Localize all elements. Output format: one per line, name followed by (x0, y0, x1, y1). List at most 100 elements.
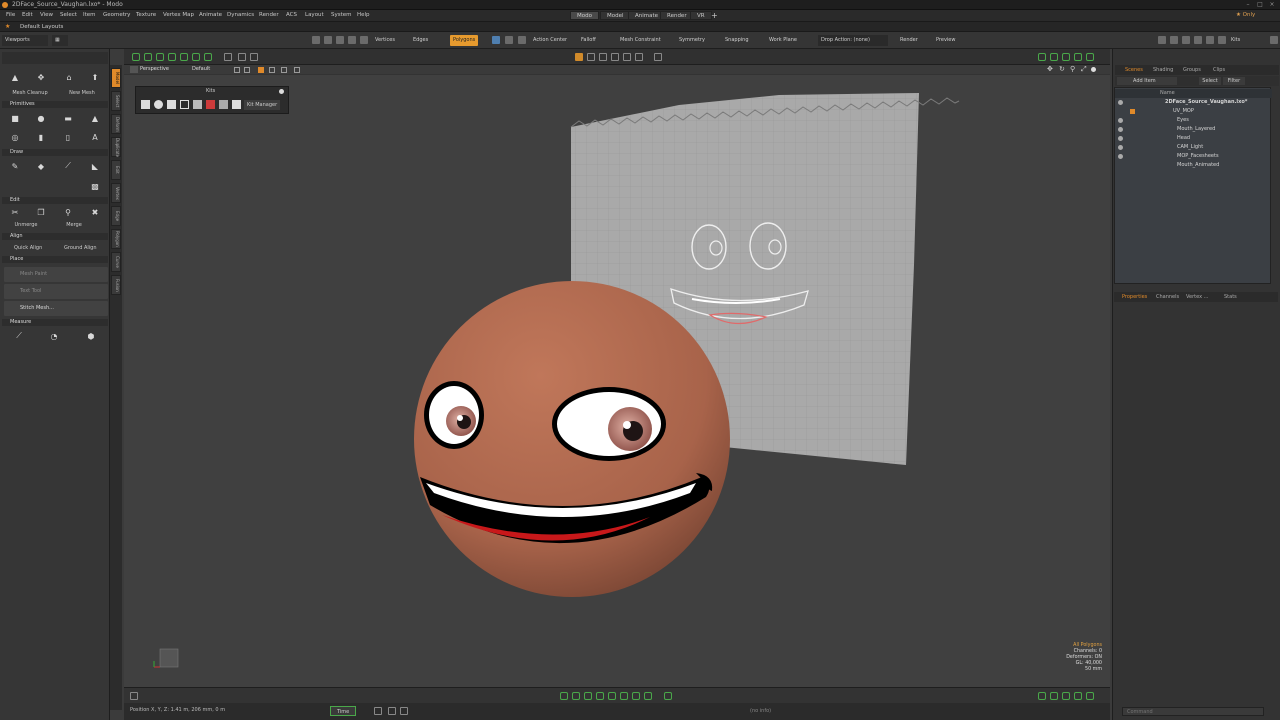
ground-align-button[interactable]: Ground Align (54, 244, 106, 253)
menu-system[interactable]: System (331, 12, 352, 18)
falloff-button[interactable]: Falloff (578, 35, 599, 46)
view-icon-e[interactable] (635, 53, 643, 61)
visibility-eye-icon[interactable] (1118, 127, 1123, 132)
bottom-add-icon[interactable] (664, 692, 672, 700)
menu-geometry[interactable]: Geometry (103, 12, 130, 18)
mesh-cleanup-button[interactable]: Mesh Cleanup (4, 89, 56, 98)
kit-icon-b[interactable] (154, 100, 163, 109)
right-icon-e[interactable] (1086, 53, 1094, 61)
view-add-icon[interactable] (654, 53, 662, 61)
menu-layout[interactable]: Layout (305, 12, 324, 18)
kit-icon-c[interactable] (167, 100, 176, 109)
kit-icon-e[interactable] (193, 100, 202, 109)
bottom-right-c[interactable] (1062, 692, 1070, 700)
select-button[interactable]: Select (1199, 77, 1221, 85)
item-mode-icon[interactable] (492, 36, 500, 44)
list-item[interactable]: Eyes (1115, 116, 1272, 125)
visibility-eye-icon[interactable] (1118, 136, 1123, 141)
vertices-mode[interactable]: Vertices (372, 35, 398, 46)
vtab-duplicate[interactable]: Duplicate (111, 137, 121, 157)
view-icon-a[interactable] (587, 53, 595, 61)
tab-properties[interactable]: Properties (1122, 294, 1147, 300)
list-item[interactable]: CAM_Light (1115, 143, 1272, 152)
render-button[interactable]: Render (897, 35, 921, 46)
pivot-icon[interactable] (518, 36, 526, 44)
align-header[interactable]: Align (2, 233, 108, 240)
menu-select[interactable]: Select (60, 12, 77, 18)
layout-tab-model[interactable]: Model (600, 11, 631, 20)
3d-viewport[interactable]: Perspective Default ✥ ↻ ⚲ ⤢ All Polygons… (124, 65, 1110, 687)
copy-icon[interactable]: ❐ (34, 206, 48, 218)
bottom-right-e[interactable] (1086, 692, 1094, 700)
menu-texture[interactable]: Texture (136, 12, 156, 18)
list-item[interactable]: 2DFace_Source_Vaughan.lxo* (1115, 98, 1272, 107)
cube-icon[interactable]: ■ (8, 112, 22, 124)
new-mesh-button[interactable]: New Mesh (56, 89, 108, 98)
toolbar-icon-a[interactable] (1158, 36, 1166, 44)
kit-icon-g[interactable] (219, 100, 228, 109)
menu-animate[interactable]: Animate (199, 12, 222, 18)
bottom-zoom-icon[interactable] (130, 692, 138, 700)
tab-shading[interactable]: Shading (1153, 67, 1173, 73)
edit-header[interactable]: Edit (2, 197, 108, 204)
transform-tool-icon[interactable]: ✥ (34, 71, 48, 83)
vtab-polygon[interactable]: Polygon (111, 229, 121, 249)
patch-icon[interactable]: ▩ (88, 180, 102, 192)
protractor-icon[interactable]: ◔ (47, 330, 61, 342)
drop-action-select[interactable]: Drop Action: (none) (818, 35, 888, 46)
right-icon-d[interactable] (1074, 53, 1082, 61)
list-item[interactable]: MOP_Facesheets (1115, 152, 1272, 161)
menu-dynamics[interactable]: Dynamics (227, 12, 254, 18)
bottom-right-b[interactable] (1050, 692, 1058, 700)
timeline-icon-b[interactable] (388, 707, 396, 715)
list-item[interactable]: Mouth_Layered (1115, 125, 1272, 134)
place-header[interactable]: Place (2, 256, 108, 263)
sphere-icon[interactable]: ● (34, 112, 48, 124)
bottom-icon-e[interactable] (608, 692, 616, 700)
snap-icon-f[interactable] (192, 53, 200, 61)
timeline-icon-a[interactable] (374, 707, 382, 715)
bottom-icon-h[interactable] (644, 692, 652, 700)
primitives-header[interactable]: Primitives (2, 101, 108, 108)
move-icon[interactable] (312, 36, 320, 44)
snap-icon-e[interactable] (180, 53, 188, 61)
vtab-edge[interactable]: Edge (111, 206, 121, 226)
polygon-draw-icon[interactable]: ◆ (34, 160, 48, 172)
toolbar-icon-b[interactable] (1170, 36, 1178, 44)
toolbar-icon-e[interactable] (1206, 36, 1214, 44)
maximize-icon[interactable]: □ (1256, 1, 1264, 8)
capsule-icon[interactable]: ▮ (34, 131, 48, 143)
bottom-icon-g[interactable] (632, 692, 640, 700)
only-toggle[interactable]: ★ Only (1236, 12, 1255, 18)
vtab-vertex[interactable]: Vertex (111, 183, 121, 203)
menu-vertex-map[interactable]: Vertex Map (163, 12, 194, 18)
time-button[interactable]: Time (330, 706, 357, 716)
add-icon[interactable] (224, 53, 232, 61)
kit-icon-h[interactable] (232, 100, 241, 109)
visibility-eye-icon[interactable] (1118, 145, 1123, 150)
menu-render[interactable]: Render (259, 12, 279, 18)
snap-icon-b[interactable] (144, 53, 152, 61)
snap-icon-g[interactable] (204, 53, 212, 61)
viewports-menu[interactable]: Viewports (2, 35, 48, 46)
measure-header[interactable]: Measure (2, 319, 108, 326)
mesh-constraint-button[interactable]: Mesh Constraint (617, 35, 664, 46)
add-item-button[interactable]: Add Item (1117, 77, 1177, 85)
merge-button[interactable]: Merge (52, 221, 96, 230)
tube-icon[interactable]: ▯ (61, 131, 75, 143)
edges-mode[interactable]: Edges (410, 35, 431, 46)
text-icon[interactable]: A (88, 131, 102, 143)
select-tool-icon[interactable]: ⬆ (88, 71, 102, 83)
command-input[interactable] (1122, 707, 1264, 716)
menu-view[interactable]: View (40, 12, 53, 18)
bottom-right-d[interactable] (1074, 692, 1082, 700)
list-item[interactable]: Head (1115, 134, 1272, 143)
kits-close-icon[interactable] (279, 89, 284, 94)
bottom-right-a[interactable] (1038, 692, 1046, 700)
tab-stats[interactable]: Stats (1224, 294, 1237, 300)
zoom-icon[interactable] (238, 53, 246, 61)
list-item[interactable]: Mouth_Animated (1115, 161, 1272, 170)
pen-icon[interactable]: ✎ (8, 160, 22, 172)
sketch-icon[interactable]: ◣ (88, 160, 102, 172)
draw-header[interactable]: Draw (2, 149, 108, 156)
